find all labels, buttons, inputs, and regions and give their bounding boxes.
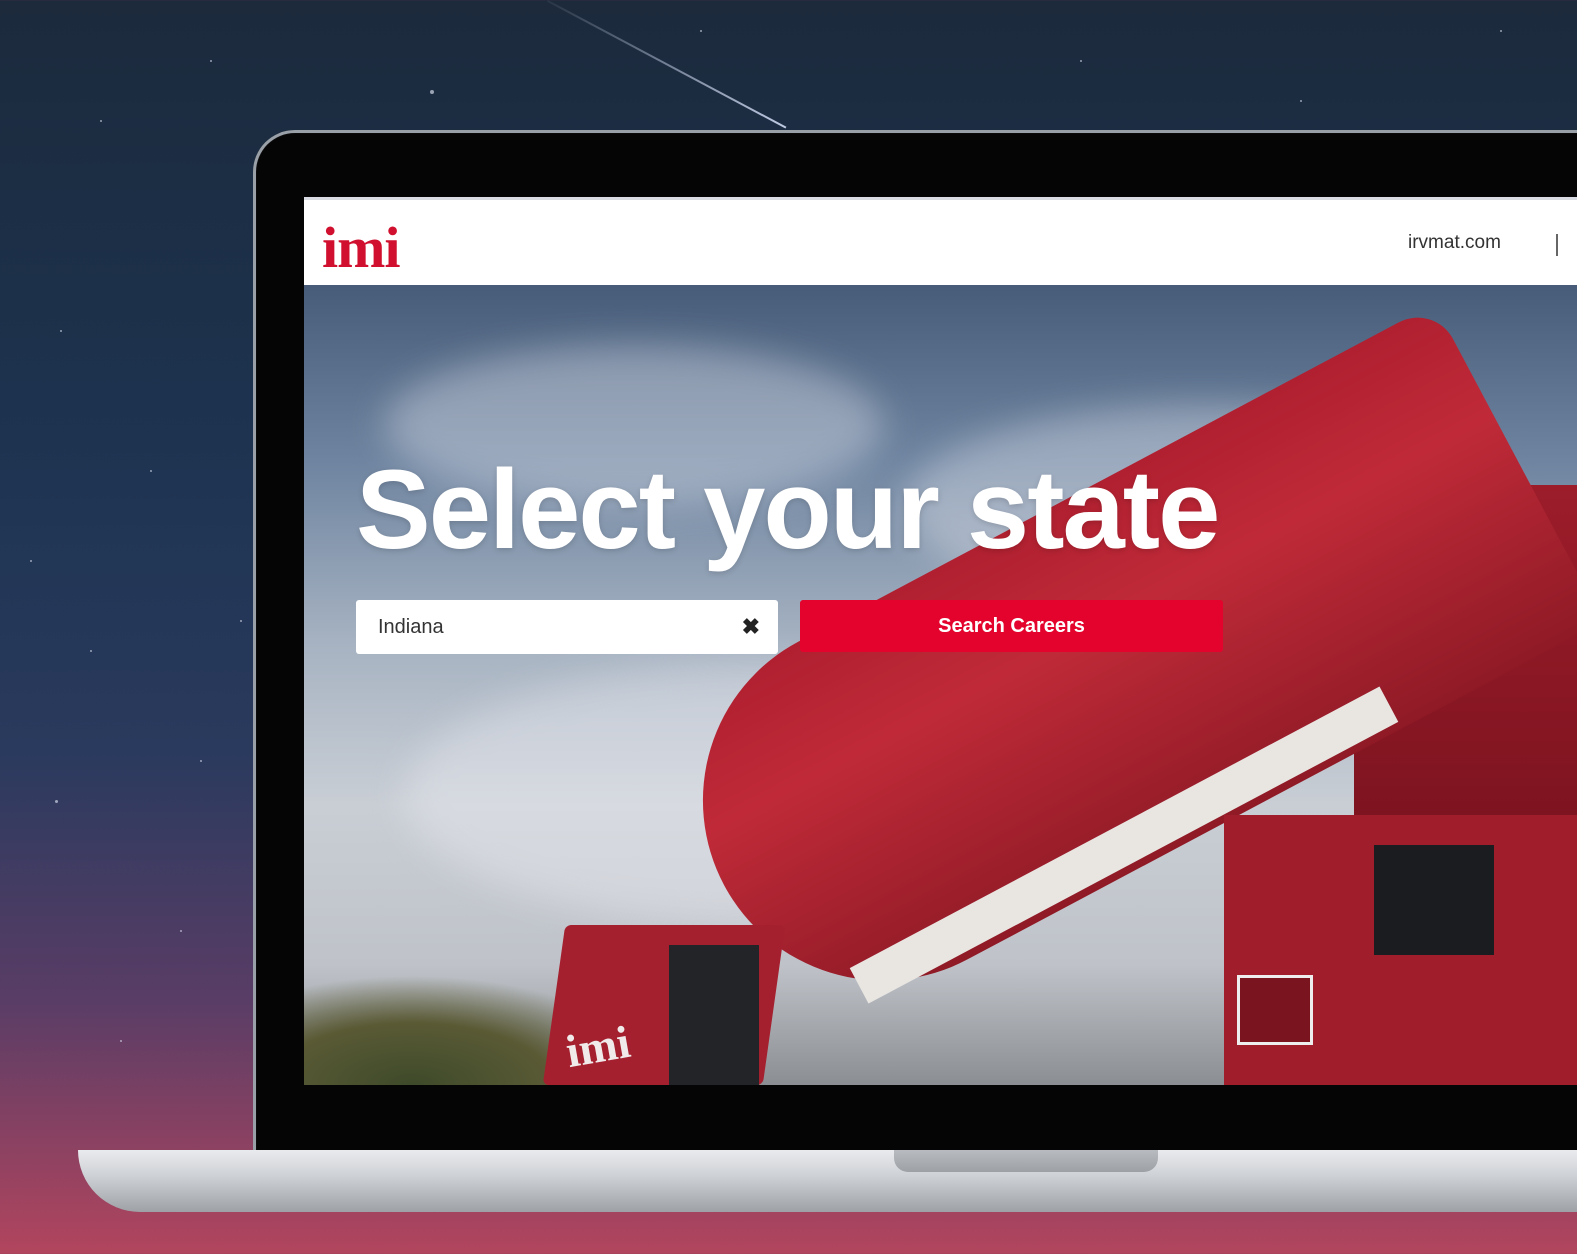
laptop-base [78, 1150, 1577, 1212]
nav-link-irvmat[interactable]: irvmat.com [1408, 232, 1501, 254]
imi-logo[interactable]: imi [322, 214, 401, 281]
hero-headline: Select your state [356, 447, 1220, 572]
rear-truck-door [669, 945, 759, 1085]
state-input-value: Indiana [378, 615, 444, 638]
close-icon[interactable]: ✖ [742, 614, 760, 640]
truck-logo: imi [562, 1015, 634, 1078]
state-select-input[interactable]: Indiana ✖ [356, 600, 778, 654]
cab-window [1374, 845, 1494, 955]
search-careers-button[interactable]: Search Careers [800, 600, 1223, 652]
shooting-star [547, 0, 787, 129]
laptop-screen: imi irvmat.com imi Select your state Ind… [304, 197, 1577, 1085]
truck-badge [1237, 975, 1313, 1045]
nav-divider [1556, 234, 1558, 256]
hero-section: imi Select your state Indiana ✖ Search C… [304, 285, 1577, 1085]
laptop-notch [894, 1150, 1158, 1172]
site-header: imi irvmat.com [304, 197, 1577, 288]
